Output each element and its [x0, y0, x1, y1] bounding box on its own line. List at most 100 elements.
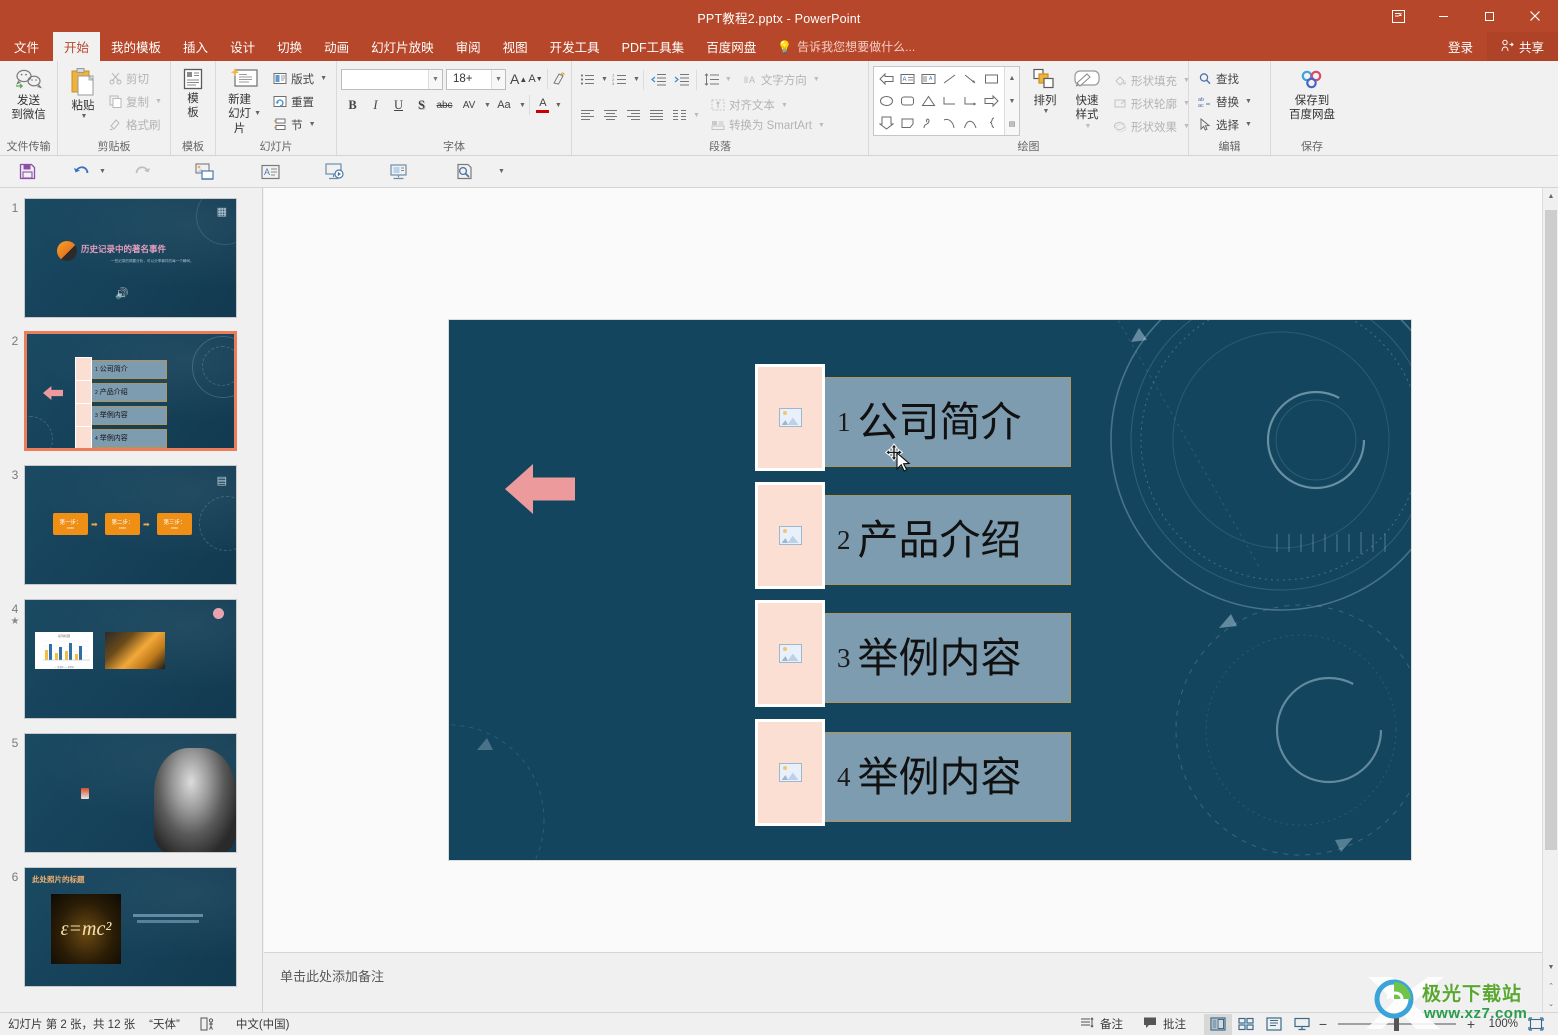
- shape-fill-button[interactable]: 形状填充 ▼: [1108, 69, 1195, 92]
- present-online-icon[interactable]: [384, 158, 414, 186]
- gallery-scroll-up-icon[interactable]: ▲: [1005, 68, 1019, 89]
- align-right-button[interactable]: [622, 104, 645, 126]
- cut-button[interactable]: 剪切: [104, 67, 167, 90]
- accessibility-icon[interactable]: [190, 1017, 226, 1031]
- chevron-down-icon[interactable]: ▼: [1245, 121, 1252, 128]
- clear-formatting-icon[interactable]: [551, 68, 568, 90]
- convert-to-smartart-button[interactable]: 转换为 SmartArt ▼: [706, 115, 830, 135]
- close-button[interactable]: [1512, 0, 1558, 32]
- new-slide-button[interactable]: 新建 幻灯片 ▼: [220, 65, 268, 139]
- thumbnail-slide-5[interactable]: 5: [0, 727, 262, 853]
- shape-rectangle[interactable]: [981, 68, 1002, 90]
- shapes-gallery[interactable]: A A ▲ ▼ ▤: [873, 66, 1020, 136]
- shape-brace[interactable]: [981, 112, 1002, 134]
- shape-freeform[interactable]: [918, 112, 939, 134]
- increase-indent-button[interactable]: [670, 69, 693, 91]
- sign-in-button[interactable]: 登录: [1434, 32, 1487, 61]
- fit-to-window-icon[interactable]: [1524, 1014, 1548, 1035]
- paste-button[interactable]: 粘贴 ▼: [62, 65, 104, 125]
- tell-me-box[interactable]: 💡 告诉我您想要做什么...: [767, 32, 925, 61]
- text-direction-button[interactable]: ll A 文字方向 ▼: [738, 68, 825, 91]
- chevron-down-icon[interactable]: ▼: [484, 102, 491, 109]
- find-button[interactable]: 查找: [1193, 67, 1257, 90]
- previous-slide-icon[interactable]: ⌃: [1543, 977, 1558, 994]
- align-text-button[interactable]: 对齐文本 ▼: [706, 95, 830, 115]
- change-case-button[interactable]: Aa: [491, 94, 517, 116]
- tab-home[interactable]: 开始: [53, 32, 101, 61]
- font-color-button[interactable]: A: [533, 94, 553, 116]
- slide-indicator[interactable]: 幻灯片 第 2 张，共 12 张: [0, 1016, 145, 1032]
- chevron-down-icon[interactable]: ▼: [781, 102, 788, 109]
- ribbon-display-options-icon[interactable]: [1376, 0, 1420, 32]
- presenter-view-icon[interactable]: [320, 158, 350, 186]
- scroll-down-icon[interactable]: ▼: [1543, 959, 1558, 976]
- shape-elbow-arrow-connector[interactable]: [960, 90, 981, 112]
- notes-pane[interactable]: 单击此处添加备注: [264, 952, 1542, 1012]
- shape-arrow-line[interactable]: [960, 68, 981, 90]
- line-spacing-button[interactable]: [700, 69, 723, 91]
- shape-outline-button[interactable]: 形状轮廓 ▼: [1108, 92, 1195, 115]
- shape-down-arrow[interactable]: [876, 112, 897, 134]
- share-button[interactable]: 共享: [1486, 32, 1558, 61]
- numbering-button[interactable]: 123: [608, 69, 631, 91]
- next-slide-icon[interactable]: ⌄: [1543, 995, 1558, 1012]
- slideshow-button[interactable]: [1288, 1014, 1316, 1035]
- chevron-down-icon[interactable]: ▼: [818, 122, 825, 129]
- scrollbar-thumb[interactable]: [1545, 210, 1557, 850]
- slide-canvas[interactable]: 1 公司简介 2 产品介绍 3 举例内容 4 举例内容: [449, 320, 1411, 860]
- shape-line[interactable]: [939, 68, 960, 90]
- chevron-down-icon[interactable]: ▼: [1245, 98, 1252, 105]
- slide-thumbnail-pane[interactable]: 1 历史记录中的著名事件 —— 一些记录的简要分析，可以分享事件的每一个瞬间。 …: [0, 188, 263, 1012]
- undo-dropdown-icon[interactable]: ▼: [99, 168, 106, 175]
- zoom-out-button[interactable]: −: [1316, 1016, 1330, 1032]
- zoom-level[interactable]: 100%: [1478, 1018, 1518, 1030]
- copy-button[interactable]: 复制 ▼: [104, 90, 167, 113]
- italic-button[interactable]: I: [364, 94, 387, 116]
- tab-insert[interactable]: 插入: [172, 32, 219, 61]
- chevron-down-icon[interactable]: ▼: [555, 102, 562, 109]
- send-to-wechat-button[interactable]: 发送 到微信: [4, 65, 53, 126]
- slide-sorter-button[interactable]: [1232, 1014, 1260, 1035]
- decrease-indent-button[interactable]: [647, 69, 670, 91]
- replace-button[interactable]: ab ac 替换 ▼: [1193, 90, 1257, 113]
- shape-text-box[interactable]: A: [897, 68, 918, 90]
- left-arrow-shape[interactable]: [505, 464, 575, 514]
- chevron-down-icon[interactable]: ▼: [320, 75, 327, 82]
- chevron-down-icon[interactable]: ▼: [1085, 123, 1092, 132]
- thumbnail-slide-3[interactable]: 3 ▤ 第一步： xxxx ➡ 第二步： xxxx ➡ 第三步： xxxx: [0, 459, 262, 585]
- thumbnail-frame[interactable]: 历史记录中的著名事件 —— 一些记录的简要分析，可以分享事件的每一个瞬间。 🔊 …: [24, 198, 237, 318]
- shape-elbow-connector[interactable]: [939, 90, 960, 112]
- shapes-gallery-scrollbar[interactable]: ▲ ▼ ▤: [1004, 67, 1019, 135]
- arrange-button[interactable]: 排列 ▼: [1024, 66, 1066, 120]
- chevron-down-icon[interactable]: ▼: [813, 76, 820, 83]
- thumbnail-slide-1[interactable]: 1 历史记录中的著名事件 —— 一些记录的简要分析，可以分享事件的每一个瞬间。 …: [0, 192, 262, 318]
- shape-vertical-text-box[interactable]: A: [918, 68, 939, 90]
- shape-right-arrow[interactable]: [981, 90, 1002, 112]
- slideshow-from-start-icon[interactable]: [190, 158, 220, 186]
- font-name-dropdown-icon[interactable]: ▼: [428, 69, 442, 89]
- chevron-down-icon[interactable]: ▼: [693, 112, 700, 119]
- undo-icon[interactable]: [66, 158, 96, 186]
- layout-button[interactable]: 版式 ▼: [268, 67, 332, 90]
- save-icon[interactable]: [12, 158, 42, 186]
- chevron-down-icon[interactable]: ▼: [725, 76, 732, 83]
- theme-name[interactable]: “天体”: [145, 1016, 190, 1032]
- redo-icon[interactable]: [128, 158, 158, 186]
- tab-baidu-netdisk[interactable]: 百度网盘: [695, 32, 767, 61]
- chevron-down-icon[interactable]: ▼: [81, 113, 88, 122]
- bold-button[interactable]: B: [341, 94, 364, 116]
- gallery-scroll-down-icon[interactable]: ▼: [1005, 91, 1019, 112]
- section-button[interactable]: 节 ▼: [268, 113, 332, 136]
- tab-view[interactable]: 视图: [492, 32, 539, 61]
- tab-developer[interactable]: 开发工具: [539, 32, 611, 61]
- columns-button[interactable]: [668, 104, 691, 126]
- thumbnail-slide-4[interactable]: 4 ★ 系列标题 — 系列1 — 系列2: [0, 593, 262, 719]
- comments-toggle-button[interactable]: 批注: [1133, 1016, 1196, 1032]
- reset-button[interactable]: 重置: [268, 90, 332, 113]
- maximize-button[interactable]: [1466, 0, 1512, 32]
- strikethrough-button[interactable]: abc: [433, 94, 456, 116]
- thumbnail-frame[interactable]: 此处照片的标题 ε=mc²: [24, 867, 237, 987]
- thumbnail-frame[interactable]: 系列标题 — 系列1 — 系列2: [24, 599, 237, 719]
- chevron-down-icon[interactable]: ▼: [633, 76, 640, 83]
- font-size-box[interactable]: 18+ ▼: [446, 68, 506, 90]
